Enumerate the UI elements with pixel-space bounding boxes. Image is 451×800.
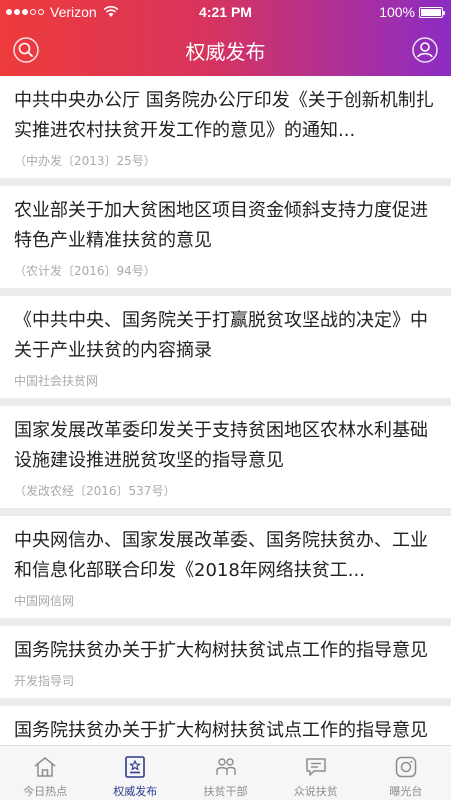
list-item[interactable]: 《中共中央、国务院关于打赢脱贫攻坚战的决定》中关于产业扶贫的内容摘录 中国社会扶… (0, 296, 451, 398)
article-title: 中共中央办公厅 国务院办公厅印发《关于创新机制扎实推进农村扶贫开发工作的意见》的… (14, 90, 434, 141)
article-source: （发改农经〔2016〕537号） (14, 484, 176, 498)
tab-exposure[interactable]: 曝光台 (361, 746, 451, 800)
page-title: 权威发布 (185, 40, 266, 64)
tab-label: 权威发布 (113, 785, 158, 798)
home-icon (34, 757, 56, 777)
article-source: 中国网信网 (14, 594, 75, 608)
list-item[interactable]: 中共中央办公厅 国务院办公厅印发《关于创新机制扎实推进农村扶贫开发工作的意见》的… (0, 76, 451, 178)
tab-authoritative-release[interactable]: 权威发布 (90, 746, 180, 800)
tab-label: 今日热点 (23, 785, 68, 798)
article-title: 国务院扶贫办关于扩大构树扶贫试点工作的指导意见 (14, 720, 428, 741)
article-title: 国家发展改革委印发关于支持贫困地区农林水利基础设施建设推进脱贫攻坚的指导意见 (14, 420, 428, 471)
list-item[interactable]: 国家发展改革委印发关于支持贫困地区农林水利基础设施建设推进脱贫攻坚的指导意见 （… (0, 406, 451, 508)
tab-today-hot[interactable]: 今日热点 (0, 746, 90, 800)
camera-icon (395, 756, 417, 778)
status-bar: Verizon 4:21 PM 100% (0, 0, 451, 24)
announcement-icon (125, 756, 146, 778)
list-item[interactable]: 农业部关于加大贫困地区项目资金倾斜支持力度促进特色产业精准扶贫的意见 （农计发〔… (0, 186, 451, 288)
article-title: 国务院扶贫办关于扩大构树扶贫试点工作的指导意见 (14, 640, 428, 661)
status-right: 100% (379, 4, 445, 20)
battery-label: 100% (379, 4, 415, 20)
tab-public-opinion[interactable]: 众说扶贫 (271, 746, 361, 800)
tab-poverty-cadres[interactable]: 扶贫干部 (180, 746, 270, 800)
bottom-tab-bar: 今日热点 权威发布 扶贫干部 众说扶贫 曝光台 (0, 745, 451, 800)
article-list: 中共中央办公厅 国务院办公厅印发《关于创新机制扎实推进农村扶贫开发工作的意见》的… (0, 76, 451, 786)
tab-label: 扶贫干部 (203, 785, 248, 798)
tab-label: 曝光台 (389, 785, 423, 798)
article-title: 农业部关于加大贫困地区项目资金倾斜支持力度促进特色产业精准扶贫的意见 (14, 200, 428, 251)
article-source: 开发指导司 (14, 674, 75, 688)
people-icon (215, 758, 236, 775)
list-item[interactable]: 国务院扶贫办关于扩大构树扶贫试点工作的指导意见 开发指导司 (0, 626, 451, 698)
battery-icon (419, 6, 445, 18)
list-item[interactable]: 中央网信办、国家发展改革委、国务院扶贫办、工业和信息化部联合印发《2018年网络… (0, 516, 451, 618)
article-source: 中国社会扶贫网 (14, 374, 99, 388)
user-icon[interactable] (411, 36, 439, 64)
article-title: 《中共中央、国务院关于打赢脱贫攻坚战的决定》中关于产业扶贫的内容摘录 (14, 310, 428, 361)
tab-label: 众说扶贫 (293, 785, 338, 798)
app-screen: Verizon 4:21 PM 100% 权威发布 中共中央办公厅 国务院办公厅… (0, 0, 451, 800)
article-source: （中办发〔2013〕25号） (14, 154, 156, 168)
header-bar: Verizon 4:21 PM 100% 权威发布 (0, 0, 451, 88)
article-source: （农计发〔2016〕94号） (14, 264, 156, 278)
article-title: 中央网信办、国家发展改革委、国务院扶贫办、工业和信息化部联合印发《2018年网络… (14, 530, 428, 581)
chat-icon (305, 758, 326, 776)
